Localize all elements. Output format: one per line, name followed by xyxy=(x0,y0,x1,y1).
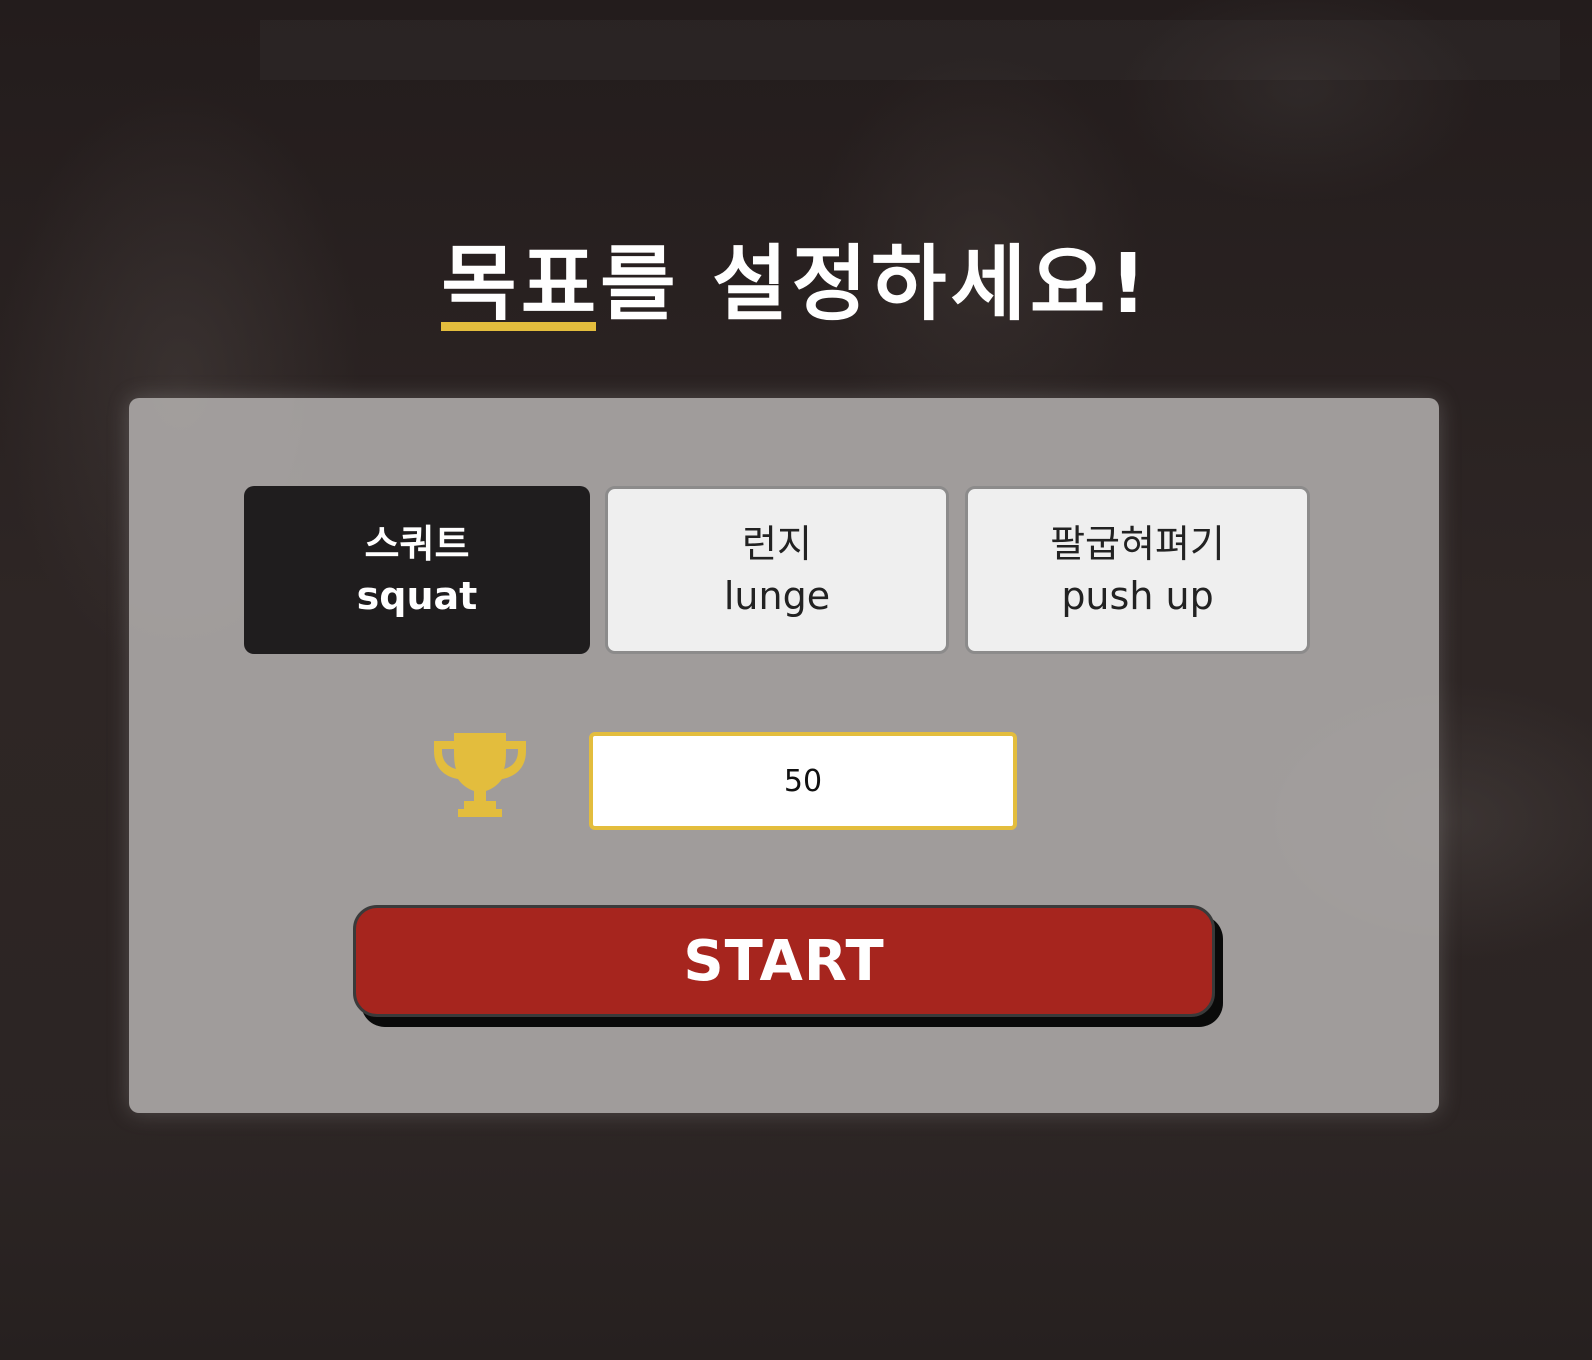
exercise-english-label: squat xyxy=(356,574,478,618)
exercise-option-lunge[interactable]: 런지 lunge xyxy=(605,486,949,654)
goal-count-input[interactable] xyxy=(589,732,1017,830)
title-text: 를 설정하세요! xyxy=(600,237,1151,332)
exercise-korean-label: 스쿼트 xyxy=(364,522,470,566)
exercise-option-push-up[interactable]: 팔굽혀펴기 push up xyxy=(965,486,1310,654)
trophy-icon xyxy=(434,733,526,817)
exercise-korean-label: 런지 xyxy=(742,522,812,566)
exercise-korean-label: 팔굽혀펴기 xyxy=(1050,522,1225,566)
goal-settings-panel: 스쿼트 squat 런지 lunge 팔굽혀펴기 push up START xyxy=(129,398,1439,1113)
exercise-english-label: push up xyxy=(1061,574,1214,618)
background-detail xyxy=(260,20,1560,80)
page-title: 목표를 설정하세요! xyxy=(0,235,1592,335)
exercise-option-squat[interactable]: 스쿼트 squat xyxy=(244,486,590,654)
title-highlight: 목표 xyxy=(441,235,600,335)
exercise-english-label: lunge xyxy=(723,574,831,618)
background-floor xyxy=(0,1120,1592,1360)
start-button[interactable]: START xyxy=(353,905,1215,1017)
